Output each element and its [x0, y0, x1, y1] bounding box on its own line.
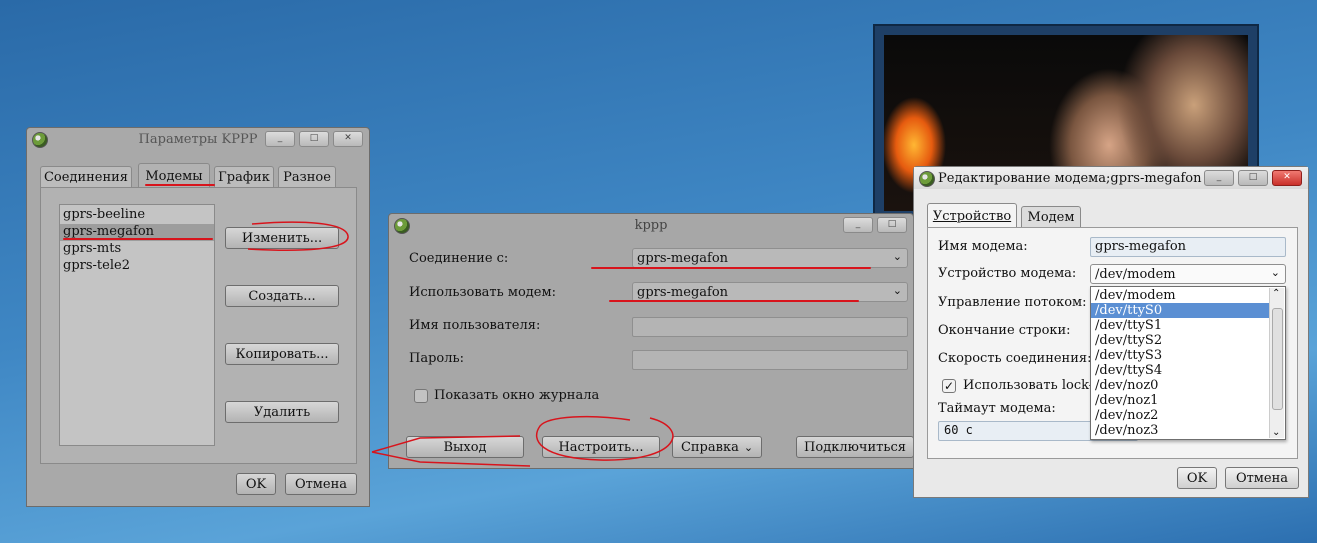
close-icon[interactable]: ✕: [1272, 170, 1302, 186]
device-value: /dev/modem: [1095, 266, 1176, 282]
connect-button[interactable]: Подключиться: [796, 436, 914, 458]
ok-button[interactable]: OK: [1177, 467, 1217, 489]
modem-name-value: gprs-megafon: [1095, 239, 1187, 254]
chevron-down-icon: ⌄: [892, 250, 902, 263]
help-label: Справка: [680, 439, 739, 455]
copy-button[interactable]: Копировать...: [225, 343, 339, 365]
maximize-icon[interactable]: □: [299, 131, 329, 147]
username-input[interactable]: [632, 317, 908, 337]
maximize-icon[interactable]: □: [1238, 170, 1268, 186]
minimize-icon[interactable]: _: [1204, 170, 1234, 186]
kppp-app-icon: [394, 218, 410, 234]
password-label: Пароль:: [409, 351, 464, 366]
scroll-down-icon[interactable]: ⌄: [1272, 427, 1280, 438]
setup-button[interactable]: Настроить...: [542, 436, 660, 458]
device-dropdown-popup: /dev/modem /dev/ttyS0 /dev/ttyS1 /dev/tt…: [1090, 286, 1286, 440]
scrollbar-thumb[interactable]: [1272, 308, 1283, 410]
dropdown-option[interactable]: /dev/noz2: [1091, 408, 1269, 423]
minimize-icon[interactable]: _: [843, 217, 873, 233]
annotation-underline: [145, 184, 215, 186]
tab-connections[interactable]: Соединения: [40, 166, 132, 188]
settings-tab-panel: gprs-beeline gprs-megafon gprs-mts gprs-…: [40, 187, 357, 464]
chevron-down-icon: ⌄: [743, 440, 754, 454]
settings-titlebar[interactable]: Параметры KPPP _ □ ✕: [27, 128, 369, 150]
dropdown-option[interactable]: /dev/noz3: [1091, 423, 1269, 438]
kppp-app-icon: [32, 132, 48, 148]
dropdown-option[interactable]: /dev/ttyS1: [1091, 318, 1269, 333]
modem-select[interactable]: gprs-megafon ⌄: [632, 282, 908, 302]
device-select[interactable]: /dev/modem ⌄: [1090, 264, 1286, 284]
show-log-label: Показать окно журнала: [434, 388, 600, 403]
tab-device[interactable]: Устройство: [927, 203, 1017, 228]
dropdown-option[interactable]: /dev/noz1: [1091, 393, 1269, 408]
modem-edit-titlebar[interactable]: Редактирование модема;gprs-megafon – _ □…: [914, 167, 1308, 189]
minimize-icon[interactable]: _: [265, 131, 295, 147]
lock-file-checkbox[interactable]: ✓: [942, 379, 956, 393]
dropdown-option[interactable]: /dev/ttyS3: [1091, 348, 1269, 363]
list-item[interactable]: gprs-tele2: [60, 258, 214, 275]
username-label: Имя пользователя:: [409, 318, 541, 333]
modem-edit-window: Редактирование модема;gprs-megafon – _ □…: [913, 166, 1309, 498]
device-label: Устройство модема:: [938, 266, 1077, 281]
tab-modem[interactable]: Модем: [1021, 206, 1081, 228]
kppp-settings-window: Параметры KPPP _ □ ✕ Соединения Модемы Г…: [26, 127, 370, 507]
kppp-title: kppp: [634, 217, 668, 233]
dropdown-option[interactable]: /dev/ttyS4: [1091, 363, 1269, 378]
timeout-value: 60 с: [944, 423, 973, 437]
chevron-down-icon: ⌄: [1270, 266, 1280, 279]
cancel-button[interactable]: Отмена: [285, 473, 357, 495]
modem-edit-panel: Имя модема: gprs-megafon Устройство моде…: [927, 227, 1298, 459]
line-end-label: Окончание строки:: [938, 323, 1071, 338]
device-option-list: /dev/modem /dev/ttyS0 /dev/ttyS1 /dev/tt…: [1091, 288, 1269, 438]
modem-list[interactable]: gprs-beeline gprs-megafon gprs-mts gprs-…: [59, 204, 215, 446]
dropdown-option[interactable]: /dev/ttyS2: [1091, 333, 1269, 348]
exit-button[interactable]: Выход: [406, 436, 524, 458]
create-button[interactable]: Создать...: [225, 285, 339, 307]
dropdown-option[interactable]: /dev/modem: [1091, 288, 1269, 303]
show-log-checkbox[interactable]: [414, 389, 428, 403]
timeout-label: Таймаут модема:: [938, 401, 1056, 416]
chevron-down-icon: ⌄: [892, 284, 902, 297]
connection-label: Соединение с:: [409, 251, 509, 266]
scroll-up-icon[interactable]: ⌃: [1272, 288, 1280, 299]
dropdown-scrollbar[interactable]: ⌃ ⌄: [1269, 288, 1284, 438]
dropdown-option-highlighted[interactable]: /dev/ttyS0: [1091, 303, 1269, 318]
list-item[interactable]: gprs-beeline: [60, 207, 214, 224]
modem-edit-title: Редактирование модема;gprs-megafon –: [938, 170, 1213, 186]
connection-select[interactable]: gprs-megafon ⌄: [632, 248, 908, 268]
ok-button[interactable]: OK: [236, 473, 276, 495]
speed-label: Скорость соединения:: [938, 351, 1092, 366]
annotation-underline: [63, 238, 213, 240]
edit-button[interactable]: Изменить...: [225, 227, 339, 249]
dropdown-option[interactable]: /dev/noz0: [1091, 378, 1269, 393]
annotation-underline: [591, 267, 871, 269]
settings-title: Параметры KPPP: [138, 131, 258, 147]
modem-value: gprs-megafon: [637, 284, 729, 300]
close-icon[interactable]: ✕: [333, 131, 363, 147]
tab-misc[interactable]: Разное: [278, 166, 336, 188]
flow-control-label: Управление потоком:: [938, 295, 1087, 310]
password-input[interactable]: [632, 350, 908, 370]
kppp-main-window: kppp _ □ Соединение с: gprs-megafon ⌄ Ис…: [388, 213, 914, 469]
kppp-app-icon: [919, 171, 935, 187]
list-item[interactable]: gprs-mts: [60, 241, 214, 258]
maximize-icon[interactable]: □: [877, 217, 907, 233]
annotation-underline: [609, 300, 859, 302]
kppp-titlebar[interactable]: kppp _ □: [389, 214, 913, 236]
connection-value: gprs-megafon: [637, 250, 729, 266]
tab-graph[interactable]: График: [214, 166, 274, 188]
modem-name-input[interactable]: gprs-megafon: [1090, 237, 1286, 257]
delete-button[interactable]: Удалить: [225, 401, 339, 423]
modem-label: Использовать модем:: [409, 285, 556, 300]
cancel-button[interactable]: Отмена: [1225, 467, 1299, 489]
lock-file-label: Использовать lock-ф: [963, 378, 1104, 393]
help-button[interactable]: Справка ⌄: [672, 436, 762, 458]
modem-name-label: Имя модема:: [938, 239, 1028, 254]
